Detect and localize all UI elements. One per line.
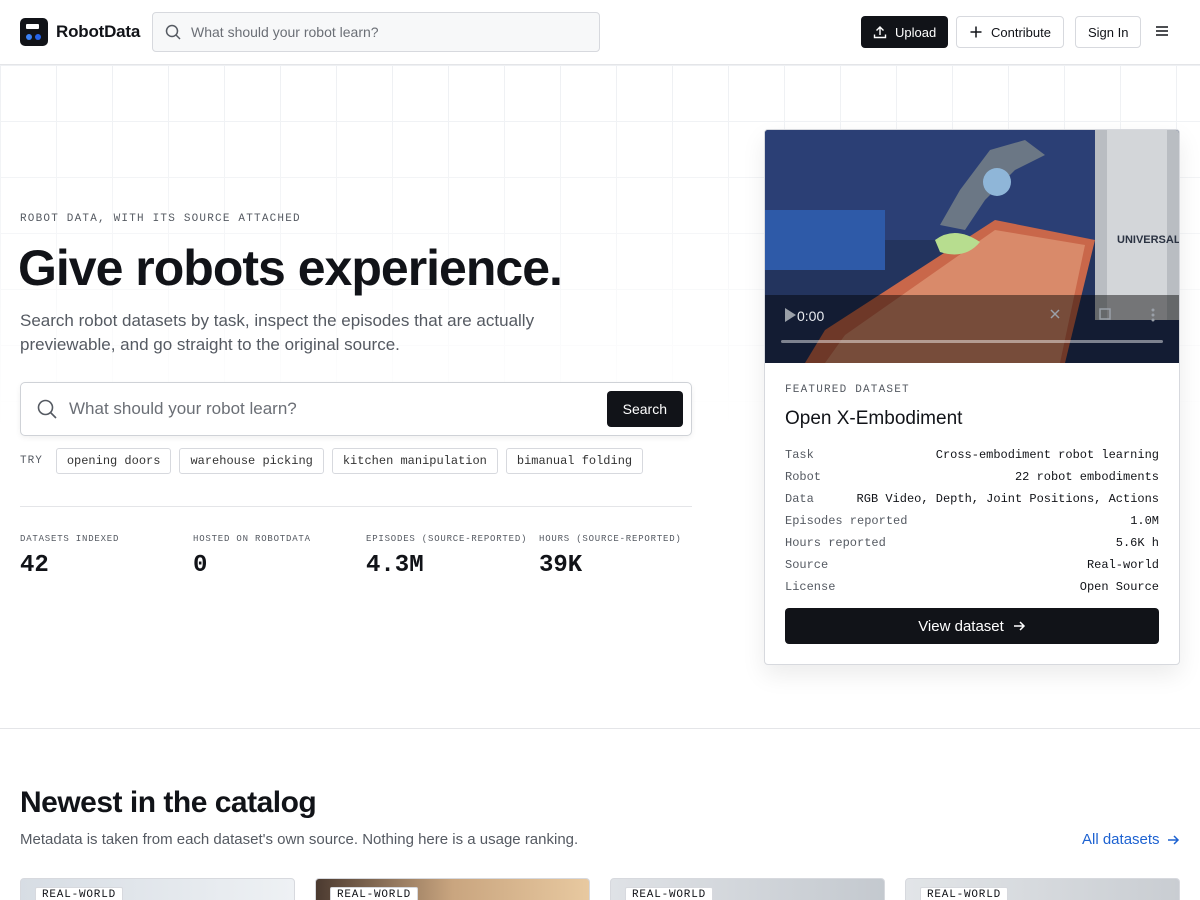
logo[interactable]: RobotData (20, 18, 140, 46)
hero-search-input[interactable] (69, 399, 579, 419)
logo-text: RobotData (56, 22, 141, 41)
contribute-label: Contribute (991, 24, 1051, 40)
try-label: TRY (20, 455, 43, 467)
meta-row: Data RGB Video, Depth, Joint Positions, A… (785, 492, 1159, 506)
arrow-right-icon (1013, 621, 1025, 631)
meta-row: Robot 22 robot embodiments (785, 470, 1159, 484)
featured-metadata: Task Cross-embodiment robot learning Robo… (785, 444, 1159, 598)
featured-video[interactable]: UNIVERSAL 0:00 (765, 130, 1179, 363)
suggestion-chip[interactable]: bimanual folding (505, 448, 644, 474)
stat-episodes: EPISODES (SOURCE-REPORTED) 4.3M (366, 534, 528, 579)
contribute-button[interactable]: Contribute (956, 16, 1064, 48)
stat-hosted: HOSTED ON ROBOTDATA 0 (193, 534, 311, 579)
search-button[interactable]: Search (606, 391, 683, 427)
hamburger-icon (1156, 25, 1168, 36)
video-frame: UNIVERSAL (765, 130, 1179, 363)
meta-row: License Open Source (785, 580, 1159, 594)
source-badge: REAL-WORLD (35, 887, 124, 900)
logo-icon (20, 18, 48, 46)
meta-row: Episodes reported 1.0M (785, 514, 1159, 528)
dataset-card[interactable]: REAL-WORLD (315, 878, 590, 900)
header-search-input[interactable] (191, 24, 571, 40)
view-dataset-label: View dataset (918, 617, 1004, 635)
dataset-card[interactable]: REAL-WORLD (905, 878, 1180, 900)
featured-dataset-card: UNIVERSAL 0:00 FEATURED DATASET Open X-E… (764, 129, 1180, 665)
video-brand-text: UNIVERSAL (1117, 234, 1179, 246)
dataset-card[interactable]: REAL-WORLD (20, 878, 295, 900)
suggestion-chip[interactable]: kitchen manipulation (331, 448, 498, 474)
stat-hours: HOURS (SOURCE-REPORTED) 39K (539, 534, 682, 579)
all-datasets-link[interactable]: All datasets (1082, 831, 1180, 848)
search-icon (165, 24, 181, 40)
hero-section: ROBOT DATA, WITH ITS SOURCE ATTACHED Giv… (0, 65, 1200, 729)
search-icon (37, 399, 57, 419)
source-badge: REAL-WORLD (330, 887, 419, 900)
view-dataset-button[interactable]: View dataset (785, 608, 1159, 644)
arrow-right-icon (1167, 834, 1179, 845)
suggestion-row: TRY opening doors warehouse picking kitc… (20, 448, 644, 474)
source-badge: REAL-WORLD (625, 887, 714, 900)
featured-body: FEATURED DATASET Open X-Embodiment Task C… (785, 384, 1159, 598)
meta-row: Source Real-world (785, 558, 1159, 572)
hero-eyebrow: ROBOT DATA, WITH ITS SOURCE ATTACHED (20, 213, 301, 225)
upload-icon (873, 26, 887, 39)
suggestion-chip[interactable]: opening doors (55, 448, 172, 474)
stat-datasets: DATASETS INDEXED 42 (20, 534, 120, 579)
plus-icon (970, 26, 982, 38)
sign-in-button[interactable]: Sign In (1075, 16, 1142, 48)
upload-button[interactable]: Upload (861, 16, 949, 48)
menu-button[interactable] (1150, 22, 1174, 42)
upload-label: Upload (895, 24, 937, 40)
hero-subtitle: Search robot datasets by task, inspect t… (20, 311, 535, 354)
catalog-title: Newest in the catalog (20, 786, 317, 819)
meta-row: Hours reported 5.6K h (785, 536, 1159, 550)
video-progress-bar[interactable] (781, 340, 1163, 343)
dataset-card[interactable]: REAL-WORLD (610, 878, 885, 900)
divider (20, 506, 692, 507)
video-time: 0:00 (797, 308, 825, 324)
suggestion-chip[interactable]: warehouse picking (179, 448, 324, 474)
featured-title: Open X-Embodiment (785, 408, 963, 429)
catalog-subtitle: Metadata is taken from each dataset's ow… (20, 831, 579, 848)
header-search[interactable] (152, 12, 600, 52)
hero-title: Give robots experience. (18, 240, 563, 296)
meta-row: Task Cross-embodiment robot learning (785, 448, 1159, 462)
featured-eyebrow: FEATURED DATASET (785, 384, 910, 396)
top-header: RobotData Upload Contribute Sign In (0, 0, 1200, 65)
source-badge: REAL-WORLD (920, 887, 1009, 900)
hero-search[interactable]: Search (20, 382, 692, 436)
